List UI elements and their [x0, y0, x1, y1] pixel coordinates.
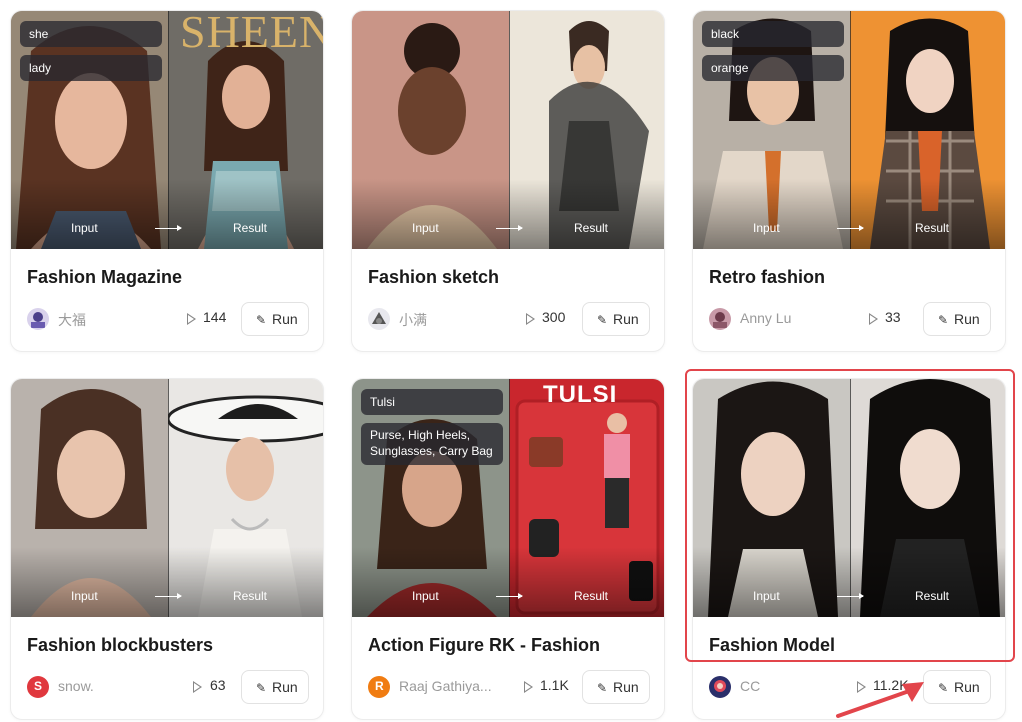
magic-wand-icon: ✎ — [938, 313, 949, 327]
play-icon — [187, 313, 196, 325]
arrow-right-icon — [496, 593, 523, 599]
run-label: Run — [272, 679, 298, 695]
run-label: Run — [272, 311, 298, 327]
run-label: Run — [613, 311, 639, 327]
play-icon — [193, 681, 202, 693]
author-name[interactable]: CC — [740, 678, 760, 694]
card-title[interactable]: Action Figure RK - Fashion — [368, 635, 600, 656]
run-label: Run — [954, 679, 980, 695]
card-title[interactable]: Fashion sketch — [368, 267, 499, 288]
input-label: Input — [753, 221, 780, 235]
run-label: Run — [613, 679, 639, 695]
preview-image[interactable]: Input Result — [11, 379, 323, 617]
template-card[interactable]: SHEEN Input Result she lady Fashion Maga… — [10, 10, 324, 352]
card-title[interactable]: Fashion Magazine — [27, 267, 182, 288]
card-title[interactable]: Retro fashion — [709, 267, 825, 288]
prompt-tag: Purse, High Heels, Sunglasses, Carry Bag — [361, 423, 503, 465]
author-name[interactable]: Anny Lu — [740, 310, 791, 326]
card-meta: 大福 144 ✎ Run — [27, 302, 309, 336]
annotation-arrow-icon — [836, 682, 924, 718]
input-label: Input — [71, 221, 98, 235]
template-card[interactable]: Input Result black orange Retro fashion … — [692, 10, 1006, 352]
avatar[interactable] — [709, 308, 731, 330]
run-count: 33 — [885, 309, 901, 325]
card-meta: Anny Lu 33 ✎ Run — [709, 302, 991, 336]
author-name[interactable]: Raaj Gathiya... — [399, 678, 492, 694]
magic-wand-icon: ✎ — [256, 681, 267, 695]
prompt-tag: orange — [702, 55, 844, 81]
arrow-right-icon — [837, 225, 864, 231]
prompt-tag: she — [20, 21, 162, 47]
run-button[interactable]: ✎ Run — [241, 302, 309, 336]
run-label: Run — [954, 311, 980, 327]
preview-image[interactable]: Input Result — [352, 11, 664, 249]
input-label: Input — [412, 589, 439, 603]
magic-wand-icon: ✎ — [597, 681, 608, 695]
author-name[interactable]: 大福 — [58, 310, 86, 330]
template-card[interactable]: TULSI Input Result Tulsi Purse, High Hee… — [351, 378, 665, 720]
magic-wand-icon: ✎ — [256, 313, 267, 327]
input-label: Input — [71, 589, 98, 603]
run-count: 300 — [542, 309, 566, 325]
result-label: Result — [574, 221, 609, 235]
prompt-tag: lady — [20, 55, 162, 81]
card-meta: S snow. 63 ✎ Run — [27, 670, 309, 704]
card-meta: 小满 300 ✎ Run — [368, 302, 650, 336]
arrow-right-icon — [155, 225, 182, 231]
prompt-tag: black — [702, 21, 844, 47]
author-name[interactable]: snow. — [58, 678, 94, 694]
preview-image[interactable]: Input Result black orange — [693, 11, 1005, 249]
preview-image[interactable]: TULSI Input Result Tulsi Purse, High Hee… — [352, 379, 664, 617]
run-count: 1.1K — [540, 677, 569, 693]
card-title[interactable]: Fashion blockbusters — [27, 635, 213, 656]
prompt-tag: Tulsi — [361, 389, 503, 415]
figure-box-title: TULSI — [543, 381, 618, 408]
play-icon — [526, 313, 535, 325]
run-button[interactable]: ✎ Run — [923, 302, 991, 336]
card-meta: R Raaj Gathiya... 1.1K ✎ Run — [368, 670, 650, 704]
input-label: Input — [412, 221, 439, 235]
play-icon — [524, 681, 533, 693]
run-button[interactable]: ✎ Run — [582, 302, 650, 336]
avatar[interactable] — [368, 308, 390, 330]
highlight-box — [685, 369, 1015, 662]
result-label: Result — [233, 221, 268, 235]
result-label: Result — [574, 589, 609, 603]
avatar[interactable] — [27, 308, 49, 330]
author-name[interactable]: 小满 — [399, 310, 427, 330]
avatar[interactable]: S — [27, 676, 49, 698]
magazine-title: SHEEN — [180, 11, 324, 57]
run-count: 63 — [210, 677, 226, 693]
template-card[interactable]: Input Result Fashion blockbusters S snow… — [10, 378, 324, 720]
arrow-right-icon — [155, 593, 182, 599]
template-card[interactable]: Input Result Fashion sketch 小满 300 ✎ Run — [351, 10, 665, 352]
magic-wand-icon: ✎ — [597, 313, 608, 327]
run-button[interactable]: ✎ Run — [582, 670, 650, 704]
avatar[interactable] — [709, 676, 731, 698]
preview-image[interactable]: SHEEN Input Result she lady — [11, 11, 324, 249]
run-button[interactable]: ✎ Run — [241, 670, 309, 704]
play-icon — [869, 313, 878, 325]
arrow-right-icon — [496, 225, 523, 231]
result-label: Result — [915, 221, 950, 235]
result-label: Result — [233, 589, 268, 603]
avatar[interactable]: R — [368, 676, 390, 698]
run-count: 144 — [203, 309, 227, 325]
